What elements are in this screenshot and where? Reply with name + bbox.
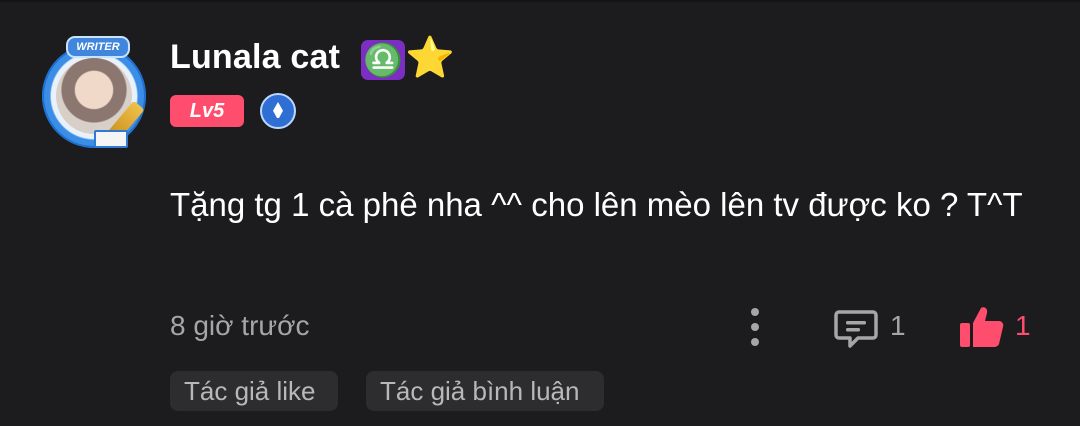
like-count: 1 — [1015, 310, 1031, 341]
pen-badge-icon — [260, 93, 296, 129]
libra-icon: ♎ — [361, 40, 405, 80]
tag-author-commented: Tác giả bình luận — [366, 371, 604, 411]
username[interactable]: Lunala cat — [170, 38, 340, 77]
top-divider — [0, 0, 1080, 2]
avatar[interactable]: WRITER — [34, 34, 158, 152]
tag-author-liked: Tác giả like — [170, 371, 338, 411]
timestamp: 8 giờ trước — [170, 310, 310, 341]
comment-text: Tặng tg 1 cà phê nha ^^ cho lên mèo lên … — [170, 186, 1023, 223]
book-icon — [94, 130, 128, 148]
writer-badge: WRITER — [66, 36, 130, 58]
level-badge: Lv5 — [170, 95, 244, 127]
more-vertical-icon[interactable] — [749, 308, 761, 346]
thumbs-up-icon[interactable] — [958, 304, 1006, 350]
star-icon: ⭐ — [405, 36, 455, 80]
reply-count: 1 — [890, 310, 906, 341]
reply-icon[interactable] — [833, 307, 879, 351]
